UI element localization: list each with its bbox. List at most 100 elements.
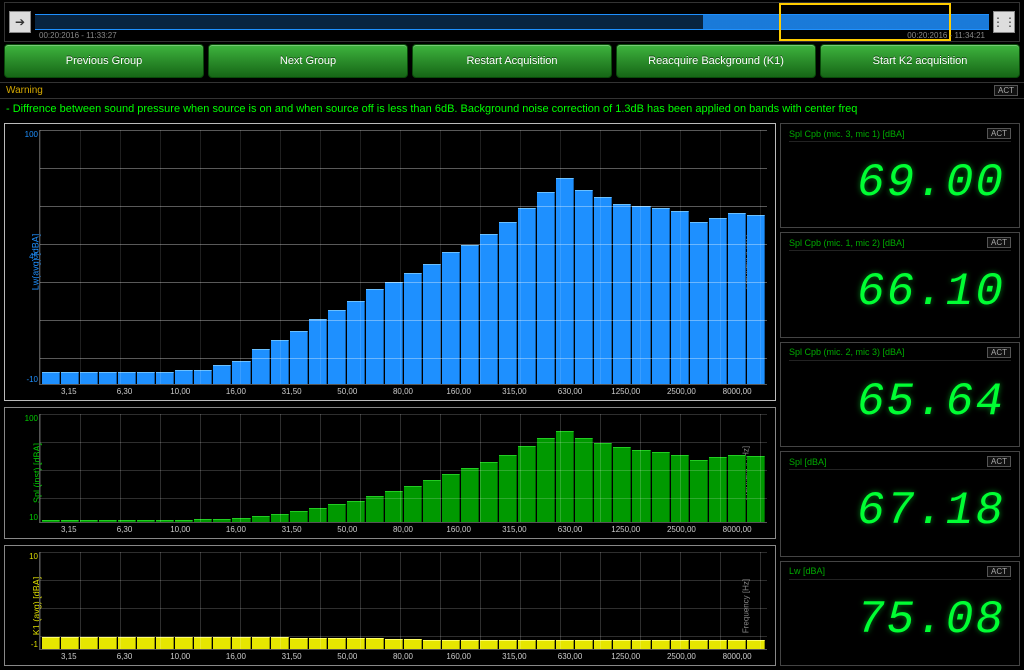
readout-panel-4: Lw [dBA] ACT 75.08: [780, 561, 1020, 666]
readout-panel-3: Spl [dBA]ACT67.18: [780, 451, 1020, 556]
bar: [271, 340, 289, 384]
bar: [442, 640, 460, 649]
readout-label: Spl Cpb (mic. 2, mic 3) [dBA]: [789, 347, 905, 357]
bar: [232, 518, 250, 523]
bar: [328, 638, 346, 649]
nav-right-button[interactable]: ⋮⋮: [993, 11, 1015, 33]
bar: [537, 438, 555, 523]
bar: [385, 491, 403, 522]
bar: [42, 372, 60, 384]
bar: [175, 370, 193, 384]
bar: [709, 218, 727, 384]
bar: [652, 452, 670, 522]
bar: [442, 252, 460, 383]
bar: [194, 519, 212, 523]
readout-label: Spl Cpb (mic. 3, mic 1) [dBA]: [789, 129, 905, 139]
bar: [518, 640, 536, 649]
readout-value: 75.08: [789, 580, 1011, 661]
nav-left-button[interactable]: ➔: [9, 11, 31, 33]
bar: [747, 215, 765, 383]
bar: [690, 460, 708, 523]
bar: [404, 639, 422, 649]
bar: [99, 372, 117, 384]
bar: [575, 190, 593, 384]
chart2-plot[interactable]: 10010: [39, 414, 767, 524]
restart-acquisition-button[interactable]: Restart Acquisition: [412, 44, 612, 78]
bar: [613, 640, 631, 649]
previous-group-button[interactable]: Previous Group: [4, 44, 204, 78]
bar: [194, 637, 212, 649]
bar: [632, 640, 650, 649]
bar: [309, 319, 327, 384]
warning-label: Warning: [6, 85, 43, 96]
bar: [118, 637, 136, 649]
bar: [252, 637, 270, 649]
bar: [42, 637, 60, 649]
bar: [213, 365, 231, 383]
bar: [518, 208, 536, 383]
bar: [632, 450, 650, 522]
chart1-yticks: 10045-10: [12, 130, 38, 384]
timestamp-right: 00:20:2016 - 11:34:21: [907, 31, 985, 40]
bar: [652, 208, 670, 383]
readout-act-badge: ACT: [987, 456, 1011, 467]
bar: [118, 520, 136, 522]
chart3-yticks: 10-1: [12, 552, 38, 649]
bar: [118, 372, 136, 384]
bar: [690, 640, 708, 649]
bar: [480, 234, 498, 384]
bar: [80, 372, 98, 384]
main-area: Lw(avg) [dBA] Frequency [Hz] 10045-10 3,…: [0, 123, 1024, 670]
bar: [499, 222, 517, 383]
start-k2-button[interactable]: Start K2 acquisition: [820, 44, 1020, 78]
bar: [613, 447, 631, 522]
bar: [728, 213, 746, 384]
chart-lw-avg: Lw(avg) [dBA] Frequency [Hz] 10045-10 3,…: [4, 123, 776, 401]
bar: [252, 349, 270, 384]
warning-header: Warning ACT: [0, 82, 1024, 99]
bar: [137, 520, 155, 522]
bar: [252, 516, 270, 522]
bar: [366, 289, 384, 384]
bar: [652, 640, 670, 649]
bar: [271, 514, 289, 522]
bar: [366, 638, 384, 649]
waveform-canvas[interactable]: 00:20:2016 - 11:33:27 00:20:2016 - 11:34…: [35, 3, 989, 41]
bar: [690, 222, 708, 383]
bar: [709, 640, 727, 649]
readout-act-badge: ACT: [987, 128, 1011, 139]
bar: [594, 443, 612, 523]
chart3-xticks: 3,156,3010,0016,0031,5050,0080,00160,003…: [39, 650, 767, 661]
next-group-button[interactable]: Next Group: [208, 44, 408, 78]
bar: [575, 640, 593, 649]
readout-act-badge: ACT: [987, 237, 1011, 248]
timestamp-left: 00:20:2016 - 11:33:27: [39, 31, 117, 40]
readout-label: Lw [dBA]: [789, 566, 825, 576]
readout-act-badge: ACT: [987, 566, 1011, 577]
bar: [461, 245, 479, 383]
chart3-plot[interactable]: 10-1: [39, 552, 767, 650]
bar: [156, 520, 174, 522]
bar: [671, 455, 689, 523]
bar: [61, 637, 79, 649]
waveform-navigator[interactable]: ➔ 00:20:2016 - 11:33:27 00:20:2016 - 11:…: [4, 2, 1020, 42]
bar: [728, 640, 746, 649]
bar: [232, 637, 250, 649]
charts-column: Lw(avg) [dBA] Frequency [Hz] 10045-10 3,…: [4, 123, 776, 666]
bar: [309, 508, 327, 522]
bar: [61, 520, 79, 522]
bar: [423, 640, 441, 649]
bar: [137, 372, 155, 384]
bar: [99, 637, 117, 649]
reacquire-background-button[interactable]: Reacquire Background (K1): [616, 44, 816, 78]
bar: [290, 638, 308, 649]
bar: [556, 431, 574, 523]
bar: [61, 372, 79, 384]
bar: [499, 455, 517, 523]
bar: [232, 361, 250, 384]
bar: [366, 496, 384, 523]
bar: [385, 282, 403, 383]
bar: [594, 640, 612, 649]
bar: [194, 370, 212, 384]
chart1-plot[interactable]: 10045-10: [39, 130, 767, 385]
